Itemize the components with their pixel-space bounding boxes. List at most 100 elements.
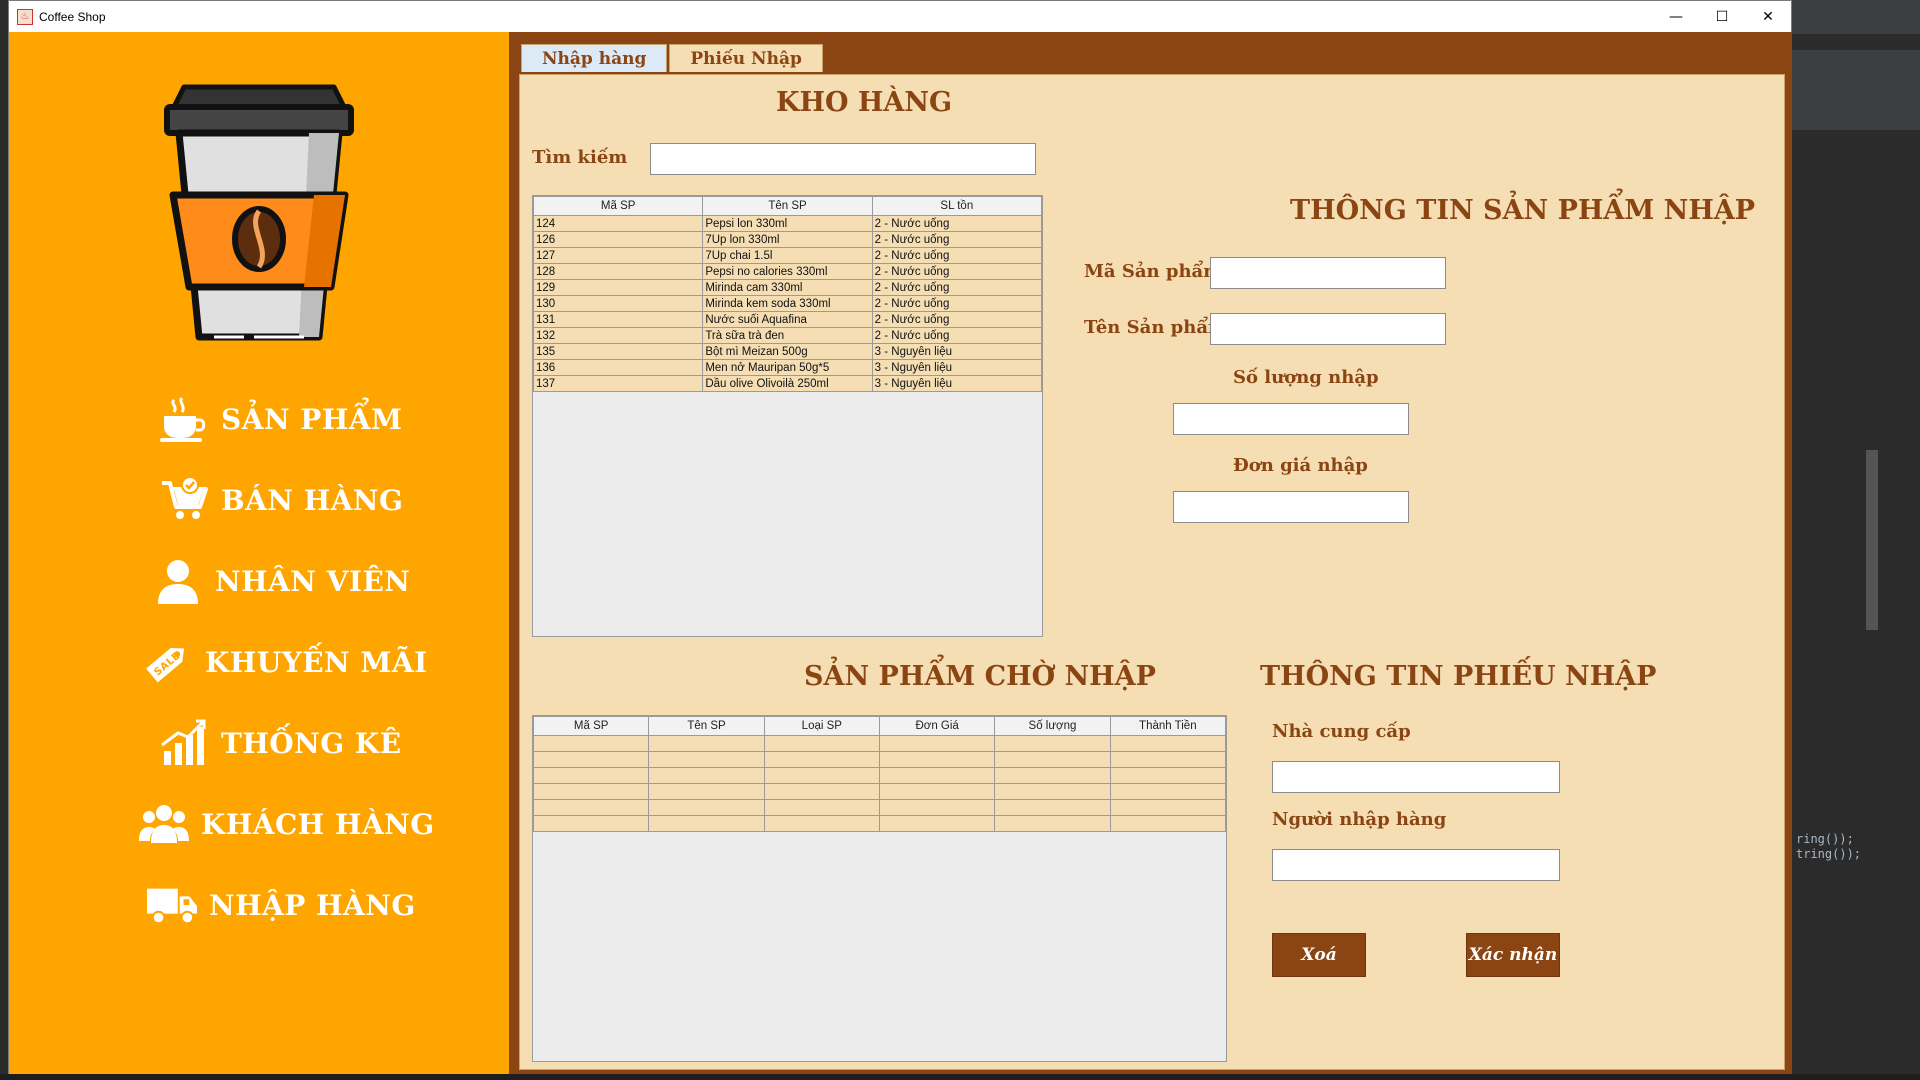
- search-input[interactable]: [650, 143, 1036, 175]
- window-title: Coffee Shop: [39, 9, 106, 24]
- table-cell: [994, 815, 1111, 832]
- sidebar-item-thong-ke[interactable]: THỐNG KÊ: [159, 718, 402, 768]
- table-cell: 132: [532, 327, 704, 344]
- ten-sp-input[interactable]: [1210, 313, 1446, 345]
- table-cell: 130: [532, 295, 704, 312]
- table-cell: 3 - Nguyên liệu: [871, 375, 1043, 392]
- table-cell: [994, 783, 1111, 800]
- table-row[interactable]: 136 Men nở Mauripan 50g*5 3 - Nguyên liệu: [532, 359, 1043, 376]
- column-header[interactable]: Mã SP: [532, 196, 704, 216]
- warehouse-table[interactable]: Mã SP Tên SP SL tồn 124 Pepsi lon 330ml 2 …: [532, 195, 1043, 637]
- table-cell: 126: [532, 231, 704, 248]
- sidebar-item-khuyen-mai[interactable]: SALE KHUYẾN MÃI: [143, 637, 428, 687]
- table-row[interactable]: 135 Bột mì Meizan 500g 3 - Nguyên liệu: [532, 343, 1043, 360]
- ma-sp-input[interactable]: [1210, 257, 1446, 289]
- sidebar-item-san-pham[interactable]: SẢN PHẨM: [159, 394, 403, 444]
- table-cell: [994, 751, 1111, 768]
- table-header-row: Mã SP Tên SP SL tồn: [532, 196, 1043, 216]
- cart-icon: [159, 475, 209, 525]
- table-cell: [878, 751, 996, 768]
- importer-input[interactable]: [1272, 849, 1560, 881]
- table-row[interactable]: [532, 767, 1227, 784]
- table-cell: [532, 815, 650, 832]
- ide-toolbar: [1792, 50, 1920, 130]
- table-row[interactable]: 126 7Up lon 330ml 2 - Nước uống: [532, 231, 1043, 248]
- tab-phieu-nhap[interactable]: Phiếu Nhập: [669, 44, 823, 72]
- table-cell: [763, 815, 880, 832]
- table-row[interactable]: 124 Pepsi lon 330ml 2 - Nước uống: [532, 215, 1043, 232]
- table-cell: [878, 783, 996, 800]
- sale-tag-icon: SALE: [143, 637, 193, 687]
- table-header-row: Mã SP Tên SP Loại SP Đơn Giá Số lượng Th…: [532, 716, 1227, 736]
- table-cell: [994, 735, 1111, 752]
- truck-icon: [147, 880, 197, 930]
- tab-nhap-hang[interactable]: Nhập hàng: [521, 44, 668, 72]
- column-header[interactable]: Đơn Giá: [878, 716, 996, 736]
- sidebar-item-nhan-vien[interactable]: NHÂN VIÊN: [153, 556, 410, 606]
- table-row[interactable]: 132 Trà sữa trà đen 2 - Nước uống: [532, 327, 1043, 344]
- confirm-button[interactable]: Xác nhận: [1466, 933, 1560, 977]
- table-row[interactable]: 131 Nước suối Aquafina 2 - Nước uống: [532, 311, 1043, 328]
- table-cell: 136: [532, 359, 704, 376]
- so-luong-input[interactable]: [1173, 403, 1409, 435]
- table-cell: [648, 783, 765, 800]
- ide-scrollbar-thumb[interactable]: [1866, 450, 1878, 630]
- table-row[interactable]: [532, 815, 1227, 832]
- table-cell: [1109, 767, 1227, 784]
- table-cell: [648, 751, 765, 768]
- don-gia-input[interactable]: [1173, 491, 1409, 523]
- table-cell: [648, 815, 765, 832]
- table-row[interactable]: 137 Dầu olive Olivoilà 250ml 3 - Nguyên li…: [532, 375, 1043, 392]
- column-header[interactable]: Loại SP: [763, 716, 880, 736]
- column-header[interactable]: Tên SP: [702, 196, 873, 216]
- table-cell: 135: [532, 343, 704, 360]
- ten-sp-label: Tên Sản phẩm: [1084, 317, 1228, 338]
- minimize-button[interactable]: —: [1653, 1, 1699, 32]
- table-row[interactable]: 129 Mirinda cam 330ml 2 - Nước uống: [532, 279, 1043, 296]
- table-cell: Mirinda cam 330ml: [702, 279, 873, 296]
- sidebar-item-nhap-hang[interactable]: NHẬP HÀNG: [147, 880, 416, 930]
- maximize-button[interactable]: ☐: [1699, 1, 1745, 32]
- delete-button-label: Xoá: [1301, 945, 1337, 965]
- sidebar-item-label: NHẬP HÀNG: [209, 888, 416, 922]
- table-row[interactable]: 130 Mirinda kem soda 330ml 2 - Nước uống: [532, 295, 1043, 312]
- table-cell: Dầu olive Olivoilà 250ml: [702, 375, 873, 392]
- table-cell: [878, 815, 996, 832]
- table-cell: Bột mì Meizan 500g: [702, 343, 873, 360]
- table-row[interactable]: [532, 751, 1227, 768]
- table-row[interactable]: 127 7Up chai 1.5l 2 - Nước uống: [532, 247, 1043, 264]
- table-cell: [763, 751, 880, 768]
- don-gia-label: Đơn giá nhập: [1233, 455, 1368, 476]
- table-row[interactable]: [532, 735, 1227, 752]
- title-bar: ♨ Coffee Shop — ☐ ✕: [9, 1, 1791, 32]
- close-button[interactable]: ✕: [1745, 1, 1791, 32]
- table-row[interactable]: [532, 783, 1227, 800]
- table-cell: [532, 751, 650, 768]
- main-content: Nhập hàng Phiếu Nhập KHO HÀNG Tìm kiếm M…: [509, 32, 1792, 1075]
- column-header[interactable]: Thành Tiền: [1109, 716, 1227, 736]
- so-luong-label: Số lượng nhập: [1233, 367, 1379, 388]
- column-header[interactable]: Tên SP: [648, 716, 765, 736]
- table-cell: [1109, 783, 1227, 800]
- table-cell: 7Up lon 330ml: [702, 231, 873, 248]
- column-header[interactable]: SL tồn: [871, 196, 1043, 216]
- table-cell: [1109, 735, 1227, 752]
- table-cell: 2 - Nước uống: [871, 295, 1043, 312]
- table-row[interactable]: [532, 799, 1227, 816]
- sidebar-item-khach-hang[interactable]: KHÁCH HÀNG: [139, 799, 435, 849]
- table-cell: [532, 767, 650, 784]
- pending-table[interactable]: Mã SP Tên SP Loại SP Đơn Giá Số lượng Th…: [532, 715, 1227, 1062]
- table-cell: [878, 735, 996, 752]
- table-cell: 2 - Nước uống: [871, 247, 1043, 264]
- table-cell: Trà sữa trà đen: [702, 327, 873, 344]
- supplier-input[interactable]: [1272, 761, 1560, 793]
- table-row[interactable]: 128 Pepsi no calories 330ml 2 - Nước uống: [532, 263, 1043, 280]
- delete-button[interactable]: Xoá: [1272, 933, 1366, 977]
- table-cell: 2 - Nước uống: [871, 279, 1043, 296]
- sidebar-item-ban-hang[interactable]: BÁN HÀNG: [159, 475, 403, 525]
- table-cell: [648, 799, 765, 816]
- column-header[interactable]: Số lượng: [994, 716, 1111, 736]
- maximize-icon: ☐: [1715, 8, 1729, 25]
- column-header[interactable]: Mã SP: [532, 716, 650, 736]
- table-cell: [878, 767, 996, 784]
